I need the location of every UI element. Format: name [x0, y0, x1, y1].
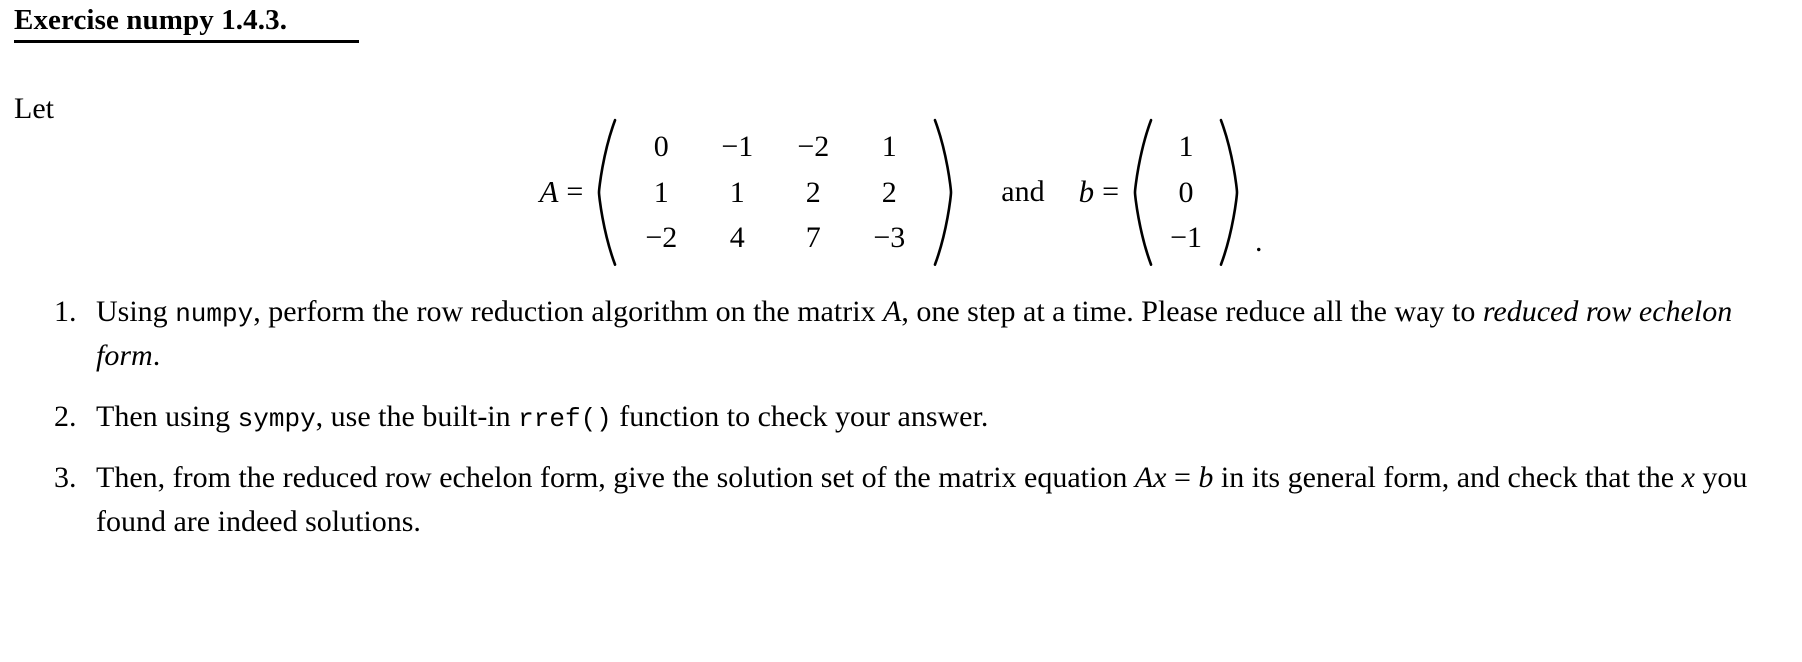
vector-b: 1 0 −1	[1129, 118, 1243, 267]
math-variable: x	[1681, 460, 1695, 494]
matrix-cell: 1	[1178, 130, 1194, 163]
table-row: 1 1 2 2	[623, 170, 927, 216]
matrix-a: 0 −1 −2 1 1 1 2 2 −2 4 7 −3	[593, 118, 957, 267]
matrix-cell: 1	[881, 130, 897, 163]
text-run: Then using	[96, 399, 238, 433]
matrix-a-equals-sign: =	[566, 175, 584, 209]
math-variable: b	[1198, 460, 1214, 494]
code-run: rref()	[518, 403, 612, 434]
table-row: −2 4 7 −3	[623, 215, 927, 261]
document-page: Exercise numpy 1.4.3. Let A = 0 −1 −2 1 …	[0, 0, 1802, 662]
exercise-title-block: Exercise numpy 1.4.3.	[14, 4, 359, 43]
matrix-cell: −2	[797, 130, 830, 163]
table-row: 1	[1159, 124, 1213, 170]
text-run: .	[152, 338, 161, 372]
matrix-a-body: 0 −1 −2 1 1 1 2 2 −2 4 7 −3	[619, 118, 931, 267]
matrix-cell: 2	[805, 175, 821, 209]
matrix-cell: 2	[881, 175, 897, 209]
matrix-cell: −3	[873, 221, 906, 255]
right-paren-icon	[1217, 118, 1243, 267]
list-item-number: 1.	[54, 295, 77, 328]
vector-b-body: 1 0 −1	[1155, 118, 1217, 267]
left-paren-icon	[1129, 118, 1155, 267]
right-paren-icon	[931, 118, 957, 267]
text-run: =	[1166, 460, 1199, 494]
matrix-cell: −1	[1170, 221, 1202, 255]
vector-b-label: b	[1078, 174, 1095, 210]
instructions-list: 1. Using numpy, perform the row reductio…	[54, 290, 1794, 560]
text-run: , perform the row reduction algorithm on…	[253, 295, 884, 328]
table-row: −1	[1159, 215, 1213, 261]
text-run: Then, from the reduced row echelon form,…	[96, 460, 1135, 494]
equation-trailing-period: .	[1255, 224, 1263, 258]
text-run: , use the built-in	[315, 399, 519, 433]
text-run: function to check your answer.	[611, 399, 989, 433]
list-item: 3. Then, from the reduced row echelon fo…	[54, 456, 1794, 544]
list-item: 1. Using numpy, perform the row reductio…	[54, 290, 1794, 378]
math-variable: A	[883, 295, 902, 328]
vector-b-equals-sign: =	[1102, 175, 1120, 209]
list-item: 2. Then using sympy, use the built-in rr…	[54, 395, 1794, 439]
matrix-a-definition: A = 0 −1 −2 1 1 1 2 2 −2 4 7 −3	[539, 118, 957, 267]
text-run: Using	[96, 295, 176, 328]
left-paren-icon	[593, 118, 619, 267]
code-run: numpy	[175, 299, 254, 329]
matrix-cell: 0	[1178, 175, 1194, 209]
matrix-cell: 4	[729, 221, 745, 255]
matrix-cell: 1	[653, 175, 669, 209]
equation-block: A = 0 −1 −2 1 1 1 2 2 −2 4 7 −3 and b = …	[0, 118, 1802, 267]
matrix-cell: 7	[805, 221, 821, 255]
text-run: , one step at a time. Please reduce all …	[901, 295, 1483, 328]
matrix-cell: 0	[653, 130, 669, 163]
table-row: 0	[1159, 170, 1213, 216]
vector-b-definition: b = 1 0 −1 .	[1079, 118, 1263, 267]
text-run: in its general form, and check that the	[1213, 460, 1682, 494]
title-underline-rule	[14, 40, 359, 43]
list-item-text: Then, from the reduced row echelon form,…	[96, 456, 1794, 544]
list-item-text: Then using sympy, use the built-in rref(…	[96, 395, 988, 439]
matrix-cell: −1	[721, 130, 754, 163]
table-row: 0 −1 −2 1	[623, 124, 927, 170]
list-item-number: 2.	[54, 399, 77, 433]
matrix-a-label: A	[539, 174, 559, 210]
matrix-cell: 1	[729, 175, 745, 209]
conjunction-and: and	[1001, 175, 1045, 209]
page-title: Exercise numpy 1.4.3.	[14, 4, 288, 36]
matrix-cell: −2	[645, 221, 678, 255]
list-item-text: Using numpy, perform the row reduction a…	[96, 290, 1794, 378]
list-item-number: 3.	[54, 460, 77, 494]
math-variable: Ax	[1134, 460, 1167, 494]
code-run: sympy	[237, 403, 316, 434]
